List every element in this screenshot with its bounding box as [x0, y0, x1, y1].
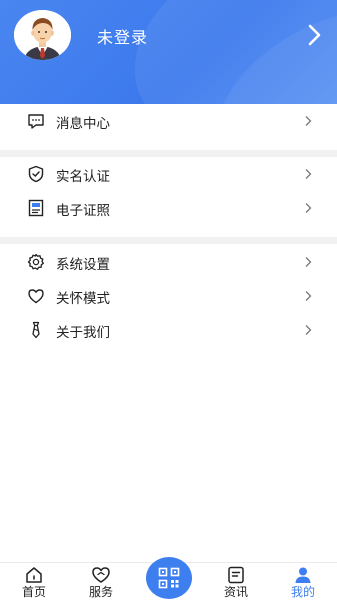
- menu-item-label: 实名认证: [56, 169, 110, 185]
- news-icon: [228, 566, 244, 584]
- section-divider: [0, 237, 337, 244]
- tab-label: 首页: [21, 585, 46, 599]
- menu-item-message-center[interactable]: 消息中心: [0, 104, 337, 138]
- shield-icon: [28, 165, 44, 183]
- tab-label: 我的: [290, 585, 315, 599]
- menu-item-label: 电子证照: [56, 203, 110, 219]
- gear-icon: [27, 253, 44, 270]
- tab-label: 资讯: [223, 585, 248, 599]
- menu-item-label: 关怀模式: [56, 291, 110, 307]
- tab-news[interactable]: 资讯: [211, 563, 261, 600]
- menu-item-label: 系统设置: [56, 257, 110, 273]
- tab-mine[interactable]: 我的: [278, 563, 328, 600]
- menu-item-e-license[interactable]: 电子证照: [0, 191, 337, 225]
- chevron-right-icon[interactable]: [305, 23, 325, 47]
- menu-item-label: 消息中心: [56, 116, 110, 132]
- user-icon: [295, 567, 311, 583]
- chevron-right-icon: [305, 325, 312, 335]
- tab-service[interactable]: 服务: [76, 563, 126, 600]
- chevron-right-icon: [305, 257, 312, 267]
- tab-label: 服务: [88, 585, 113, 599]
- menu-item-about-us[interactable]: 关于我们: [0, 313, 337, 347]
- login-prompt[interactable]: 未登录: [97, 24, 148, 48]
- qr-scan-icon: [158, 567, 180, 589]
- id-card-icon: [28, 199, 44, 217]
- tab-home[interactable]: 首页: [9, 563, 59, 600]
- qr-scan-button[interactable]: [146, 557, 192, 599]
- heart-icon: [28, 289, 44, 304]
- menu-item-system-settings[interactable]: 系统设置: [0, 245, 337, 279]
- section-divider: [0, 150, 337, 157]
- chevron-right-icon: [305, 203, 312, 213]
- menu-item-label: 关于我们: [56, 325, 110, 341]
- service-heart-icon: [92, 567, 110, 583]
- chevron-right-icon: [305, 116, 312, 126]
- menu-item-care-mode[interactable]: 关怀模式: [0, 279, 337, 313]
- profile-header[interactable]: 未登录: [0, 0, 337, 104]
- chevron-right-icon: [305, 291, 312, 301]
- message-icon: [28, 114, 44, 129]
- chevron-right-icon: [305, 169, 312, 179]
- home-icon: [26, 567, 42, 583]
- avatar[interactable]: [14, 10, 71, 60]
- tie-icon: [32, 321, 40, 339]
- menu-item-real-name-auth[interactable]: 实名认证: [0, 157, 337, 191]
